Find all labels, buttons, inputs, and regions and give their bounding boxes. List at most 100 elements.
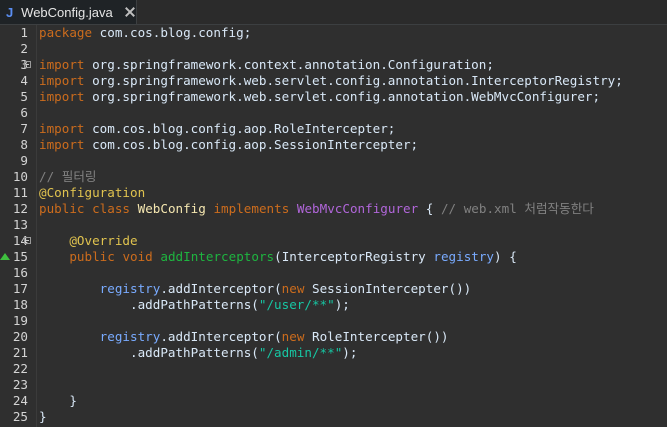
line-number: 5 [20,89,28,104]
java-file-icon: J [5,4,14,20]
comment: // 필터링 [39,169,97,184]
code-text: com.cos.blog.config.aop.SessionIntercept… [84,137,419,152]
code-line-14: @Override [39,233,667,249]
code-text: com.cos.blog.config; [92,25,252,40]
code-text: ); [334,297,350,312]
keyword: void [122,249,153,264]
code-line-7: import com.cos.blog.config.aop.RoleInter… [39,121,667,137]
gutter-row: 25 [0,409,36,425]
gutter-row: 24 [0,393,36,409]
annotation: @Configuration [39,185,146,200]
code-text: .addInterceptor( [160,281,282,296]
string-literal: "/user/**" [258,297,335,312]
code-text: } [39,409,47,424]
keyword: new [281,281,305,296]
gutter-row: 3 [0,57,36,73]
line-number: 7 [20,121,28,136]
code-line-4: import org.springframework.web.servlet.c… [39,73,667,89]
gutter-row: 5 [0,89,36,105]
type-name: InterceptorRegistry [281,249,426,264]
line-number: 19 [12,313,28,328]
line-number: 25 [12,409,28,424]
line-number: 10 [12,169,28,184]
line-number: 16 [12,265,28,280]
parameter-reference: registry [99,281,161,296]
gutter-row: 21 [0,345,36,361]
code-text: .addPathPatterns( [39,345,259,360]
code-text: .addInterceptor( [160,329,282,344]
comment: // web.xml 처럼작동한다 [440,201,594,216]
code-area[interactable]: package com.cos.blog.config; import org.… [39,25,667,427]
gutter-row: 20 [0,329,36,345]
code-line-12: public class WebConfig implements WebMvc… [39,201,667,217]
gutter-row: 17 [0,281,36,297]
line-number: 6 [20,105,28,120]
line-number: 12 [12,201,28,216]
keyword: import [39,57,85,72]
code-line-25: } [39,409,667,425]
fold-collapse-icon[interactable] [24,61,31,68]
gutter-row: 7 [0,121,36,137]
code-line-5: import org.springframework.web.servlet.c… [39,89,667,105]
code-text: .addPathPatterns( [39,297,259,312]
close-icon[interactable] [123,5,136,19]
gutter-row: 13 [0,217,36,233]
line-number: 15 [12,249,28,264]
method-name: addInterceptors [160,249,275,264]
line-number: 21 [12,345,28,360]
keyword: new [281,329,305,344]
line-number: 22 [12,361,28,376]
line-number: 13 [12,217,28,232]
gutter-row: 9 [0,153,36,169]
line-number: 18 [12,297,28,312]
code-text: org.springframework.context.annotation.C… [84,57,494,72]
editor-tab-bar: J WebConfig.java [0,0,667,25]
fold-collapse-icon[interactable] [24,237,31,244]
code-line-11: @Configuration [39,185,667,201]
annotation: @Override [69,233,138,248]
gutter-row: 2 [0,41,36,57]
line-number: 23 [12,377,28,392]
code-line-10: // 필터링 [39,169,667,185]
tab-webconfig-java[interactable]: J WebConfig.java [0,0,137,24]
code-text: com.cos.blog.config.aop.RoleIntercepter; [84,121,396,136]
line-number: 17 [12,281,28,296]
code-text: ( [274,249,282,264]
gutter-row: 16 [0,265,36,281]
code-text: ) { [494,249,517,264]
keyword: class [92,201,131,216]
code-text: org.springframework.web.servlet.config.a… [84,73,623,88]
line-number: 4 [20,73,28,88]
gutter-row: 12 [0,201,36,217]
code-line-15: public void addInterceptors(InterceptorR… [39,249,667,265]
code-text: ); [342,345,358,360]
keyword: import [39,73,85,88]
gutter-row: 8 [0,137,36,153]
code-editor[interactable]: 1 2 3 4 5 6 7 8 9 10 11 12 13 14 15 16 1… [0,25,667,427]
code-line-24: } [39,393,667,409]
gutter-row: 22 [0,361,36,377]
line-number: 11 [12,185,28,200]
code-text: } [39,393,77,408]
code-line-18: .addPathPatterns("/user/**"); [39,297,667,313]
tab-label: WebConfig.java [21,4,113,20]
gutter-row: 6 [0,105,36,121]
keyword: public [39,201,85,216]
code-line-20: registry.addInterceptor(new RoleIntercep… [39,329,667,345]
parameter-name: registry [433,249,495,264]
line-number: 8 [20,137,28,152]
gutter-row: 18 [0,297,36,313]
keyword: import [39,121,85,136]
